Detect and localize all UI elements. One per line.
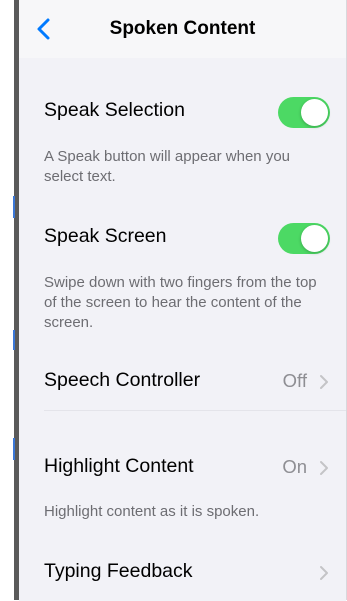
speech-controller-row[interactable]: Speech Controller Off bbox=[19, 354, 346, 410]
highlight-content-row[interactable]: Highlight Content On bbox=[19, 440, 346, 496]
row-label: Speak Selection bbox=[44, 99, 185, 121]
chevron-right-icon bbox=[320, 375, 328, 389]
typing-feedback-row[interactable]: Typing Feedback bbox=[19, 545, 346, 601]
row-value: Off bbox=[282, 370, 307, 391]
left-edge bbox=[0, 0, 19, 600]
speak-selection-footer: A Speak button will appear when you sele… bbox=[44, 148, 290, 185]
highlight-content-footer: Highlight content as it is spoken. bbox=[44, 503, 260, 520]
edge-highlight bbox=[13, 330, 15, 350]
row-value: On bbox=[282, 456, 307, 477]
toggle-knob bbox=[301, 99, 328, 126]
row-label: Highlight Content bbox=[44, 455, 194, 477]
row-label: Typing Feedback bbox=[44, 560, 193, 582]
edge-highlight bbox=[13, 196, 15, 218]
speak-screen-toggle[interactable] bbox=[278, 223, 330, 254]
page-title: Spoken Content bbox=[109, 18, 256, 39]
row-label: Speak Screen bbox=[44, 225, 167, 247]
divider bbox=[44, 410, 346, 411]
chevron-right-icon bbox=[320, 461, 328, 475]
speak-screen-footer: Swipe down with two fingers from the top… bbox=[44, 274, 317, 331]
navigation-bar: Spoken Content bbox=[19, 0, 346, 58]
speak-selection-row[interactable]: Speak Selection bbox=[19, 84, 346, 140]
edge-highlight bbox=[13, 438, 15, 460]
speak-screen-row[interactable]: Speak Screen bbox=[19, 210, 346, 266]
settings-screen: Spoken Content Speak Selection A Speak b… bbox=[19, 0, 347, 601]
speak-selection-toggle[interactable] bbox=[278, 97, 330, 128]
toggle-knob bbox=[301, 225, 328, 252]
row-label: Speech Controller bbox=[44, 369, 201, 391]
chevron-right-icon bbox=[320, 566, 328, 580]
